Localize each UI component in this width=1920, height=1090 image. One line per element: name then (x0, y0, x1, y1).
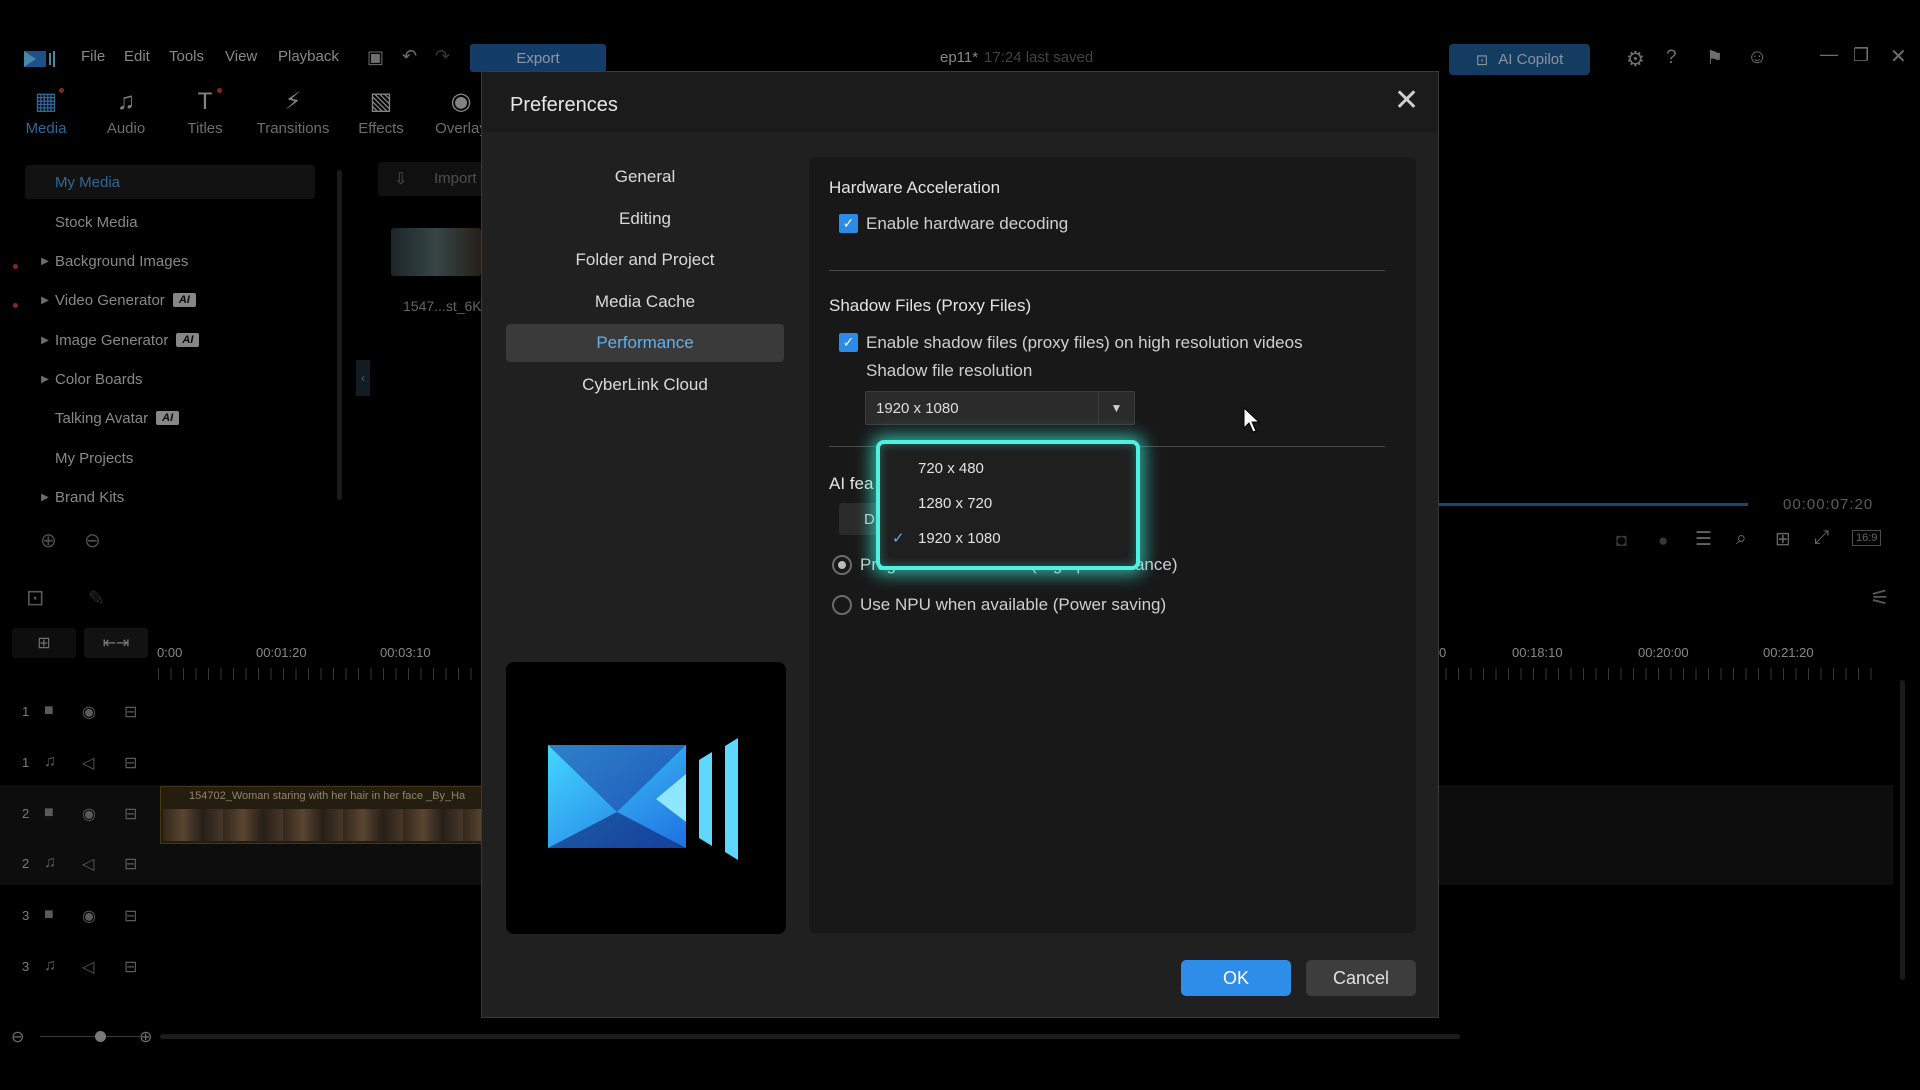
mouse-cursor-icon (1243, 406, 1261, 437)
dialog-header: Preferences ✕ (482, 72, 1438, 132)
nav-cyberlink-cloud[interactable]: CyberLink Cloud (506, 366, 784, 404)
shadow-resolution-label: Shadow file resolution (866, 361, 1033, 380)
cancel-button[interactable]: Cancel (1306, 960, 1416, 996)
nav-performance[interactable]: Performance (506, 324, 784, 362)
shadow-resolution-select[interactable]: 1920 x 1080 ▼ (865, 391, 1135, 425)
shadow-resolution-value: 1920 x 1080 (876, 400, 959, 417)
product-logo (506, 662, 786, 934)
ai-features-button-label: D (864, 511, 875, 528)
resolution-option-720x480[interactable]: 720 x 480 (918, 460, 984, 477)
checkmark-icon: ✓ (892, 530, 905, 547)
divider (829, 270, 1385, 271)
nav-general[interactable]: General (506, 158, 784, 196)
chevron-down-icon[interactable]: ▼ (1098, 392, 1134, 424)
resolution-option-1280x720[interactable]: 1280 x 720 (918, 495, 992, 512)
radio-program-auto[interactable] (832, 555, 852, 575)
hardware-acceleration-title: Hardware Acceleration (829, 178, 1001, 197)
ai-features-button[interactable]: D (839, 503, 879, 535)
radio-use-npu[interactable] (832, 595, 852, 615)
dialog-title: Preferences (510, 94, 618, 116)
hardware-decoding-checkbox[interactable]: ✓ (839, 214, 858, 233)
radio-use-npu-label: Use NPU when available (Power saving) (860, 595, 1167, 614)
dialog-close-icon[interactable]: ✕ (1394, 86, 1419, 116)
hardware-decoding-label: Enable hardware decoding (866, 214, 1069, 233)
nav-media-cache[interactable]: Media Cache (506, 283, 784, 321)
resolution-dropdown-list: 720 x 480 1280 x 720 ✓ 1920 x 1080 (876, 440, 1140, 570)
ai-features-title: AI fea (829, 474, 874, 493)
shadow-files-checkbox[interactable]: ✓ (839, 333, 858, 352)
shadow-files-title: Shadow Files (Proxy Files) (829, 296, 1032, 315)
nav-editing[interactable]: Editing (506, 200, 784, 238)
shadow-files-label: Enable shadow files (proxy files) on hig… (866, 333, 1303, 352)
nav-folder-and-project[interactable]: Folder and Project (506, 241, 784, 279)
ok-button[interactable]: OK (1181, 960, 1291, 996)
resolution-option-1920x1080[interactable]: 1920 x 1080 (918, 530, 1001, 547)
